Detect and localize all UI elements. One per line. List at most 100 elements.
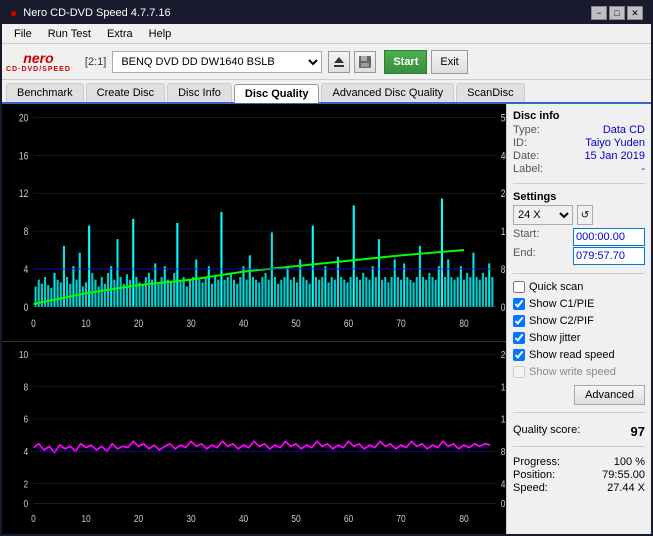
chart-bottom-svg: 10 8 6 4 2 0 20 16 12 8 4 0 0 10 20	[2, 342, 506, 535]
svg-text:12: 12	[19, 188, 28, 200]
title-bar: ● Nero CD-DVD Speed 4.7.7.16 − □ ✕	[2, 2, 651, 24]
quality-score-row: Quality score: 97	[513, 424, 645, 439]
svg-text:0: 0	[24, 302, 29, 314]
svg-text:8: 8	[24, 226, 29, 238]
svg-text:56: 56	[501, 113, 506, 125]
start-input[interactable]	[573, 228, 645, 246]
disc-info-title: Disc info	[513, 110, 645, 122]
menu-run-test[interactable]: Run Test	[40, 26, 99, 42]
svg-text:20: 20	[134, 318, 143, 330]
position-row: Position: 79:55.00	[513, 469, 645, 481]
title-bar-controls: − □ ✕	[591, 6, 643, 20]
svg-text:30: 30	[186, 318, 195, 330]
svg-text:8: 8	[501, 264, 506, 276]
maximize-button[interactable]: □	[609, 6, 625, 20]
quality-score-label: Quality score:	[513, 424, 580, 439]
svg-text:0: 0	[31, 513, 36, 524]
svg-text:0: 0	[24, 498, 29, 509]
svg-text:12: 12	[501, 414, 506, 425]
tab-disc-info[interactable]: Disc Info	[167, 83, 232, 102]
speed-label: Speed:	[513, 482, 548, 494]
disc-label-value: -	[641, 163, 645, 175]
nero-sub-text: CD·DVD/SPEED	[6, 66, 71, 73]
tab-advanced-disc-quality[interactable]: Advanced Disc Quality	[321, 83, 454, 102]
svg-text:4: 4	[501, 478, 506, 489]
drive-select[interactable]: BENQ DVD DD DW1640 BSLB	[112, 51, 322, 73]
jitter-checkbox[interactable]	[513, 332, 525, 344]
tab-create-disc[interactable]: Create Disc	[86, 83, 165, 102]
disc-type-label: Type:	[513, 124, 540, 136]
svg-text:20: 20	[134, 513, 143, 524]
app-window: ● Nero CD-DVD Speed 4.7.7.16 − □ ✕ File …	[0, 0, 653, 536]
close-button[interactable]: ✕	[627, 6, 643, 20]
toolbar: nero CD·DVD/SPEED [2:1] BENQ DVD DD DW16…	[2, 44, 651, 80]
menu-file[interactable]: File	[6, 26, 40, 42]
tab-benchmark[interactable]: Benchmark	[6, 83, 84, 102]
divider-2	[513, 273, 645, 274]
start-label: Start:	[513, 228, 539, 246]
app-icon: ●	[10, 6, 17, 20]
progress-row: Progress: 100 %	[513, 456, 645, 468]
svg-text:10: 10	[81, 513, 90, 524]
c1-pie-checkbox[interactable]	[513, 298, 525, 310]
c1-pie-row: Show C1/PIE	[513, 298, 645, 310]
svg-text:40: 40	[239, 318, 248, 330]
svg-text:40: 40	[239, 513, 248, 524]
svg-text:30: 30	[186, 513, 195, 524]
minimize-button[interactable]: −	[591, 6, 607, 20]
title-bar-text: Nero CD-DVD Speed 4.7.7.16	[23, 7, 170, 19]
chart-top: 20 16 12 8 4 0 56 40 24 16 8 0 0 10 20	[2, 104, 506, 341]
quick-scan-checkbox[interactable]	[513, 281, 525, 293]
chart-bottom: 10 8 6 4 2 0 20 16 12 8 4 0 0 10 20	[2, 341, 506, 535]
svg-text:20: 20	[501, 349, 506, 360]
disc-info-section: Disc info Type: Data CD ID: Taiyo Yuden …	[513, 110, 645, 176]
divider-3	[513, 412, 645, 413]
svg-text:10: 10	[81, 318, 90, 330]
divider-1	[513, 183, 645, 184]
menu-help[interactable]: Help	[141, 26, 180, 42]
c2-pif-label: Show C2/PIF	[529, 315, 594, 327]
svg-text:40: 40	[501, 150, 506, 162]
right-panel: Disc info Type: Data CD ID: Taiyo Yuden …	[506, 104, 651, 534]
advanced-button[interactable]: Advanced	[574, 385, 645, 405]
svg-text:24: 24	[501, 188, 506, 200]
title-bar-left: ● Nero CD-DVD Speed 4.7.7.16	[10, 6, 171, 20]
speed-select[interactable]: 24 X 8 X 16 X 32 X 40 X Max	[513, 205, 573, 225]
speed-row: Speed: 27.44 X	[513, 482, 645, 494]
divider-4	[513, 446, 645, 447]
svg-text:2: 2	[24, 478, 29, 489]
svg-text:0: 0	[501, 498, 506, 509]
charts-container: 20 16 12 8 4 0 56 40 24 16 8 0 0 10 20	[2, 104, 506, 534]
eject-icon[interactable]	[328, 51, 350, 73]
svg-text:50: 50	[291, 513, 300, 524]
c2-pif-row: Show C2/PIF	[513, 315, 645, 327]
tab-disc-quality[interactable]: Disc Quality	[234, 84, 320, 103]
disc-id-row: ID: Taiyo Yuden	[513, 137, 645, 149]
nero-logo: nero CD·DVD/SPEED	[6, 50, 71, 73]
drive-bracket: [2:1]	[83, 56, 108, 68]
settings-section: Settings 24 X 8 X 16 X 32 X 40 X Max ↺ S…	[513, 191, 645, 266]
save-icon[interactable]	[354, 51, 376, 73]
tab-scan-disc[interactable]: ScanDisc	[456, 83, 524, 102]
end-input[interactable]	[573, 247, 645, 265]
write-speed-row: Show write speed	[513, 366, 645, 378]
disc-date-label: Date:	[513, 150, 539, 162]
exit-button[interactable]: Exit	[431, 50, 467, 74]
read-speed-checkbox[interactable]	[513, 349, 525, 361]
start-button[interactable]: Start	[384, 50, 427, 74]
read-speed-label: Show read speed	[529, 349, 615, 361]
chart-top-svg: 20 16 12 8 4 0 56 40 24 16 8 0 0 10 20	[2, 104, 506, 341]
position-value: 79:55.00	[602, 469, 645, 481]
quality-score-value: 97	[631, 424, 645, 439]
svg-text:70: 70	[396, 513, 405, 524]
progress-label: Progress:	[513, 456, 560, 468]
c2-pif-checkbox[interactable]	[513, 315, 525, 327]
progress-value: 100 %	[614, 456, 645, 468]
svg-text:4: 4	[24, 264, 29, 276]
svg-text:16: 16	[19, 150, 28, 162]
menu-extra[interactable]: Extra	[99, 26, 141, 42]
svg-text:20: 20	[19, 113, 28, 125]
refresh-button[interactable]: ↺	[577, 205, 593, 225]
disc-type-value: Data CD	[603, 124, 645, 136]
start-row: Start:	[513, 228, 645, 246]
